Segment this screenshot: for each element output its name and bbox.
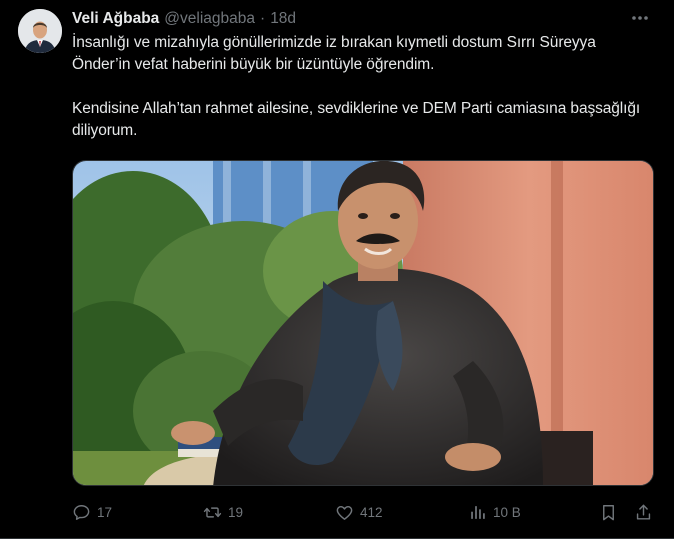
tweet-paragraph-1: İnsanlığı ve mizahıyla gönüllerimizde iz… <box>72 34 596 73</box>
share-button[interactable] <box>634 500 653 524</box>
share-icon <box>636 504 651 520</box>
tweet-actions-bar: 17 19 412 10 B <box>72 500 658 524</box>
views-count: 10 B <box>493 504 521 520</box>
retweet-count: 19 <box>228 504 244 520</box>
tweet-media-photo[interactable] <box>72 160 654 486</box>
like-count: 412 <box>360 504 383 520</box>
like-button[interactable]: 412 <box>335 500 383 524</box>
tweet-header: Veli Ağbaba @veliagbaba · 18d <box>72 9 296 29</box>
reply-count: 17 <box>97 504 113 520</box>
author-display-name[interactable]: Veli Ağbaba <box>72 10 159 28</box>
bookmark-button[interactable] <box>599 500 618 524</box>
reply-icon <box>73 504 90 520</box>
avatar[interactable] <box>18 9 62 53</box>
portrait-photo <box>73 161 653 485</box>
bookmark-icon <box>603 504 614 520</box>
tweet-card[interactable]: Veli Ağbaba @veliagbaba · 18d İnsanlığı … <box>0 0 674 539</box>
views-icon <box>471 505 485 519</box>
author-handle[interactable]: @veliagbaba <box>164 10 255 28</box>
tweet-text: İnsanlığı ve mizahıyla gönüllerimizde iz… <box>72 32 652 142</box>
more-options-button[interactable] <box>628 8 652 28</box>
tweet-timestamp[interactable]: 18d <box>270 10 296 28</box>
separator-dot: · <box>260 10 266 27</box>
reply-button[interactable]: 17 <box>72 500 112 524</box>
avatar-photo-icon <box>18 9 62 53</box>
views-button[interactable]: 10 B <box>468 500 521 524</box>
retweet-button[interactable]: 19 <box>203 500 243 524</box>
more-horizontal-icon <box>632 16 648 20</box>
retweet-icon <box>203 506 222 518</box>
heart-icon <box>336 505 353 520</box>
tweet-paragraph-2: Kendisine Allah’tan rahmet ailesine, sev… <box>72 100 641 139</box>
